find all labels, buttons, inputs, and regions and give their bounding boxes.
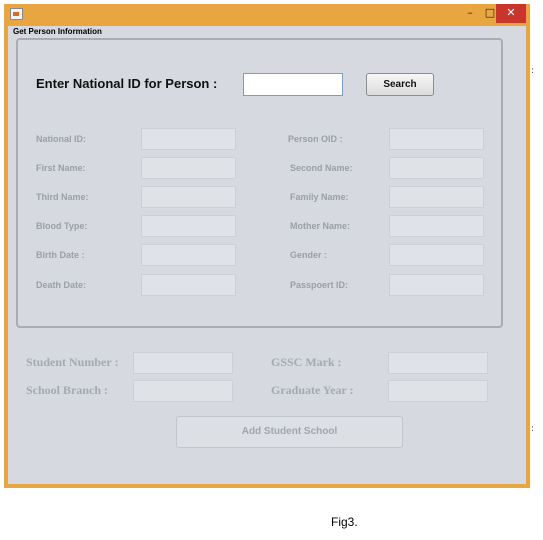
third-name-field[interactable]	[141, 186, 236, 208]
blood-type-field[interactable]	[141, 215, 236, 237]
person-oid-label: Person OID :	[288, 134, 343, 144]
school-branch-field[interactable]	[133, 380, 233, 402]
form-title: Get Person Information	[13, 27, 102, 36]
first-name-field[interactable]	[141, 157, 236, 179]
gender-field[interactable]	[389, 244, 484, 266]
national-id-field[interactable]	[141, 128, 236, 150]
mother-name-label: Mother Name:	[290, 221, 351, 231]
student-number-field[interactable]	[133, 352, 233, 374]
second-name-field[interactable]	[389, 157, 484, 179]
passport-id-field[interactable]	[389, 274, 484, 296]
gender-label: Gender :	[290, 250, 328, 260]
edge-mark: :	[531, 424, 535, 434]
graduate-year-label: Graduate Year :	[271, 383, 354, 397]
search-button[interactable]: Search	[366, 73, 434, 96]
family-name-field[interactable]	[389, 186, 484, 208]
blood-type-label: Blood Type:	[36, 221, 88, 231]
third-name-label: Third Name:	[36, 192, 89, 202]
mother-name-field[interactable]	[389, 215, 484, 237]
figure-caption: Fig3.	[331, 515, 358, 529]
school-branch-label: School Branch :	[26, 383, 109, 397]
add-student-school-button[interactable]: Add Student School	[176, 416, 403, 448]
gssc-mark-field[interactable]	[388, 352, 488, 374]
birth-date-label: Birth Date :	[36, 250, 85, 260]
national-id-prompt: Enter National ID for Person :	[36, 76, 218, 91]
minimize-button[interactable]: –	[460, 4, 480, 23]
second-name-label: Second Name:	[290, 163, 353, 173]
family-name-label: Family Name:	[290, 192, 349, 202]
national-id-search-input[interactable]	[243, 73, 343, 96]
birth-date-field[interactable]	[141, 244, 236, 266]
national-id-label: National ID:	[36, 134, 87, 144]
death-date-label: Death Date:	[36, 280, 87, 290]
gssc-mark-label: GSSC Mark :	[271, 355, 342, 369]
graduate-year-field[interactable]	[388, 380, 488, 402]
death-date-field[interactable]	[141, 274, 236, 296]
title-bar[interactable]: – □ ✕	[4, 4, 530, 26]
edge-mark: :	[531, 66, 535, 76]
java-app-icon	[10, 8, 23, 20]
close-button[interactable]: ✕	[496, 4, 526, 23]
student-number-label: Student Number :	[26, 355, 119, 369]
person-oid-field[interactable]	[389, 128, 484, 150]
first-name-label: First Name:	[36, 163, 86, 173]
passport-id-label: Passpoert ID:	[290, 280, 349, 290]
